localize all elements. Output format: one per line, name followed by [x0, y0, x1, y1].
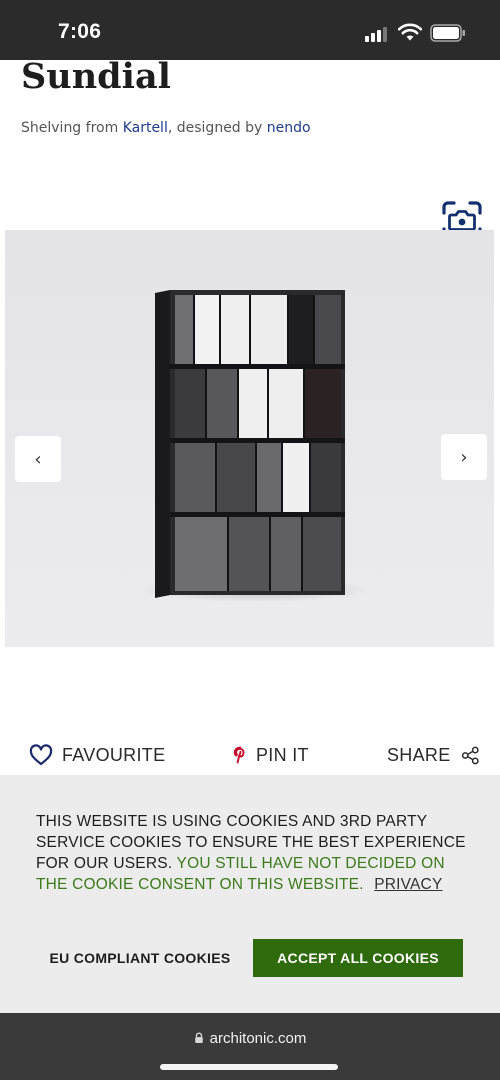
heart-icon	[29, 744, 53, 766]
share-button[interactable]: SHARE	[387, 738, 480, 772]
shelving-illustration	[140, 290, 370, 602]
pin-it-label: PIN IT	[256, 744, 309, 765]
subtitle-middle: , designed by	[167, 120, 267, 136]
url-display[interactable]: architonic.com	[0, 1030, 500, 1047]
share-label: SHARE	[387, 744, 451, 765]
gallery-prev-button[interactable]: ‹	[15, 436, 61, 482]
status-time: 7:06	[58, 20, 102, 43]
cookie-banner: THIS WEBSITE IS USING COOKIES AND 3RD PA…	[0, 775, 500, 1013]
favourite-button[interactable]: FAVOURITE	[29, 738, 165, 772]
home-indicator[interactable]	[160, 1064, 338, 1070]
favourite-label: FAVOURITE	[62, 744, 166, 765]
share-icon	[461, 746, 479, 764]
chevron-left-icon: ‹	[34, 448, 42, 470]
product-subtitle: Shelving from Kartell, designed by nendo	[21, 120, 311, 136]
pinterest-icon	[233, 746, 245, 764]
brand-link[interactable]: Kartell	[123, 120, 168, 136]
product-title: Sundial	[21, 56, 171, 97]
lock-icon	[194, 1032, 203, 1043]
chevron-right-icon: ›	[460, 446, 468, 468]
cookie-text: THIS WEBSITE IS USING COOKIES AND 3RD PA…	[36, 811, 466, 895]
pin-it-button[interactable]: PIN IT	[233, 738, 309, 772]
browser-url-bar[interactable]: architonic.com	[0, 1013, 500, 1080]
subtitle-prefix: Shelving from	[21, 120, 123, 136]
accept-all-cookies-button[interactable]: ACCEPT ALL COOKIES	[253, 939, 463, 977]
product-image[interactable]: ‹ ›	[5, 230, 494, 647]
eu-button-label: EU COMPLIANT COOKIES	[49, 950, 231, 966]
designer-link[interactable]: nendo	[267, 120, 311, 136]
status-bar: 7:06	[0, 0, 500, 60]
privacy-link[interactable]: PRIVACY	[374, 876, 442, 893]
cellular-signal-icon	[365, 26, 391, 42]
battery-icon	[430, 24, 465, 42]
wifi-icon	[398, 23, 422, 41]
url-text: architonic.com	[209, 1030, 307, 1047]
accept-button-label: ACCEPT ALL COOKIES	[277, 950, 439, 966]
gallery-next-button[interactable]: ›	[441, 434, 487, 480]
eu-compliant-cookies-button[interactable]: EU COMPLIANT COOKIES	[40, 939, 240, 977]
